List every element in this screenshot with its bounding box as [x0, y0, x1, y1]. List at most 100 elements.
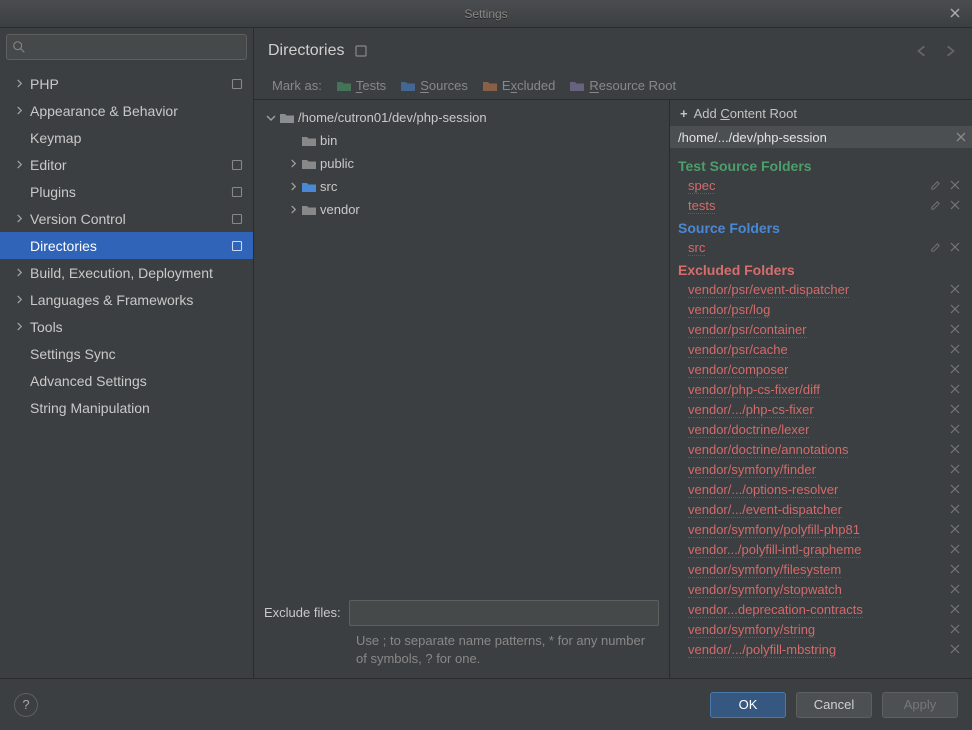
folder-entry[interactable]: vendor/psr/cache	[678, 340, 966, 360]
mark-as-option[interactable]: Resource Root	[569, 78, 676, 93]
sidebar-item-directories[interactable]: Directories	[0, 232, 253, 259]
pencil-icon[interactable]	[930, 242, 942, 254]
remove-icon[interactable]	[950, 604, 962, 616]
chevron-right-icon[interactable]	[12, 158, 26, 172]
sidebar-item-languages-frameworks[interactable]: Languages & Frameworks	[0, 286, 253, 313]
folder-entry[interactable]: spec	[678, 176, 966, 196]
add-content-root-button[interactable]: + Add Content Root	[670, 100, 972, 126]
folder-entry[interactable]: vendor/symfony/string	[678, 620, 966, 640]
folder-entry[interactable]: vendor/psr/event-dispatcher	[678, 280, 966, 300]
sidebar-item-string-manipulation[interactable]: String Manipulation	[0, 394, 253, 421]
folder-entry[interactable]: vendor/psr/log	[678, 300, 966, 320]
folder-entry[interactable]: vendor/symfony/filesystem	[678, 560, 966, 580]
folder-entry[interactable]: vendor/doctrine/annotations	[678, 440, 966, 460]
remove-icon[interactable]	[950, 444, 962, 456]
remove-icon[interactable]	[950, 644, 962, 656]
remove-icon[interactable]	[950, 524, 962, 536]
remove-icon[interactable]	[950, 284, 962, 296]
chevron-right-icon[interactable]	[12, 293, 26, 307]
mark-as-option[interactable]: Excluded	[482, 78, 555, 93]
folder-entry[interactable]: vendor/php-cs-fixer/diff	[678, 380, 966, 400]
mark-as-option[interactable]: Tests	[336, 78, 386, 93]
folder-entry-name: vendor/symfony/polyfill-php81	[688, 522, 860, 538]
search-input[interactable]	[6, 34, 247, 60]
reset-icon[interactable]	[354, 44, 368, 58]
remove-icon[interactable]	[950, 484, 962, 496]
chevron-right-icon[interactable]	[12, 320, 26, 334]
sidebar-item-tools[interactable]: Tools	[0, 313, 253, 340]
remove-icon[interactable]	[950, 504, 962, 516]
remove-icon[interactable]	[950, 344, 962, 356]
close-icon[interactable]	[946, 4, 964, 22]
forward-icon[interactable]	[942, 43, 958, 59]
folder-entry[interactable]: vendor/.../event-dispatcher	[678, 500, 966, 520]
back-icon[interactable]	[914, 43, 930, 59]
tree-row[interactable]: bin	[264, 129, 663, 152]
remove-icon[interactable]	[950, 404, 962, 416]
content-pane: Directories Mark as: TestsSourcesExclude…	[254, 28, 972, 678]
folder-entry[interactable]: vendor.../polyfill-intl-grapheme	[678, 540, 966, 560]
chevron-right-icon[interactable]	[12, 77, 26, 91]
chevron-right-icon[interactable]	[286, 205, 300, 214]
chevron-right-icon[interactable]	[286, 182, 300, 191]
folder-entry[interactable]: vendor/symfony/polyfill-php81	[678, 520, 966, 540]
folder-entry[interactable]: vendor/symfony/finder	[678, 460, 966, 480]
remove-icon[interactable]	[950, 624, 962, 636]
folder-entry[interactable]: vendor/.../php-cs-fixer	[678, 400, 966, 420]
remove-icon[interactable]	[950, 180, 962, 192]
remove-icon[interactable]	[950, 564, 962, 576]
settings-nav: PHPAppearance & BehaviorKeymapEditorPlug…	[0, 66, 253, 678]
content-root-path[interactable]: /home/.../dev/php-session	[670, 126, 972, 148]
chevron-right-icon[interactable]	[12, 266, 26, 280]
remove-icon[interactable]	[950, 584, 962, 596]
exclude-files-input[interactable]	[349, 600, 659, 626]
chevron-down-icon[interactable]	[264, 113, 278, 123]
chevron-right-icon[interactable]	[12, 104, 26, 118]
sidebar-item-advanced-settings[interactable]: Advanced Settings	[0, 367, 253, 394]
folder-entry[interactable]: vendor/.../polyfill-mbstring	[678, 640, 966, 660]
folder-entry[interactable]: vendor/symfony/stopwatch	[678, 580, 966, 600]
remove-icon[interactable]	[950, 242, 962, 254]
cancel-button[interactable]: Cancel	[796, 692, 872, 718]
tree-row[interactable]: vendor	[264, 198, 663, 221]
remove-icon[interactable]	[950, 464, 962, 476]
chevron-right-icon[interactable]	[286, 159, 300, 168]
folder-entry[interactable]: vendor/composer	[678, 360, 966, 380]
pencil-icon[interactable]	[930, 180, 942, 192]
ok-button[interactable]: OK	[710, 692, 786, 718]
folder-entry[interactable]: vendor/psr/container	[678, 320, 966, 340]
remove-icon[interactable]	[950, 364, 962, 376]
remove-icon[interactable]	[950, 384, 962, 396]
folder-entry[interactable]: vendor/doctrine/lexer	[678, 420, 966, 440]
mark-as-bar: Mark as: TestsSourcesExcludedResource Ro…	[254, 74, 972, 99]
folder-entry[interactable]: tests	[678, 196, 966, 216]
apply-button[interactable]: Apply	[882, 692, 958, 718]
folder-section-heading: Test Source Folders	[678, 154, 966, 176]
chevron-right-icon[interactable]	[12, 212, 26, 226]
remove-icon[interactable]	[950, 424, 962, 436]
folder-entry[interactable]: src	[678, 238, 966, 258]
tree-row[interactable]: public	[264, 152, 663, 175]
pencil-icon[interactable]	[930, 200, 942, 212]
help-button[interactable]: ?	[14, 693, 38, 717]
sidebar-item-php[interactable]: PHP	[0, 70, 253, 97]
mark-as-option[interactable]: Sources	[400, 78, 468, 93]
remove-root-icon[interactable]	[956, 132, 966, 142]
sidebar-item-settings-sync[interactable]: Settings Sync	[0, 340, 253, 367]
sidebar-item-plugins[interactable]: Plugins	[0, 178, 253, 205]
sidebar-item-keymap[interactable]: Keymap	[0, 124, 253, 151]
folder-entry[interactable]: vendor...deprecation-contracts	[678, 600, 966, 620]
directory-tree[interactable]: /home/cutron01/dev/php-session binpublic…	[254, 100, 669, 594]
sidebar-item-appearance-behavior[interactable]: Appearance & Behavior	[0, 97, 253, 124]
remove-icon[interactable]	[950, 324, 962, 336]
folder-entry[interactable]: vendor/.../options-resolver	[678, 480, 966, 500]
remove-icon[interactable]	[950, 304, 962, 316]
remove-icon[interactable]	[950, 544, 962, 556]
sidebar-item-editor[interactable]: Editor	[0, 151, 253, 178]
tree-row[interactable]: src	[264, 175, 663, 198]
tree-row[interactable]: /home/cutron01/dev/php-session	[264, 106, 663, 129]
sidebar-item-build-execution-deployment[interactable]: Build, Execution, Deployment	[0, 259, 253, 286]
dialog-footer: ? OK Cancel Apply	[0, 678, 972, 730]
remove-icon[interactable]	[950, 200, 962, 212]
sidebar-item-version-control[interactable]: Version Control	[0, 205, 253, 232]
